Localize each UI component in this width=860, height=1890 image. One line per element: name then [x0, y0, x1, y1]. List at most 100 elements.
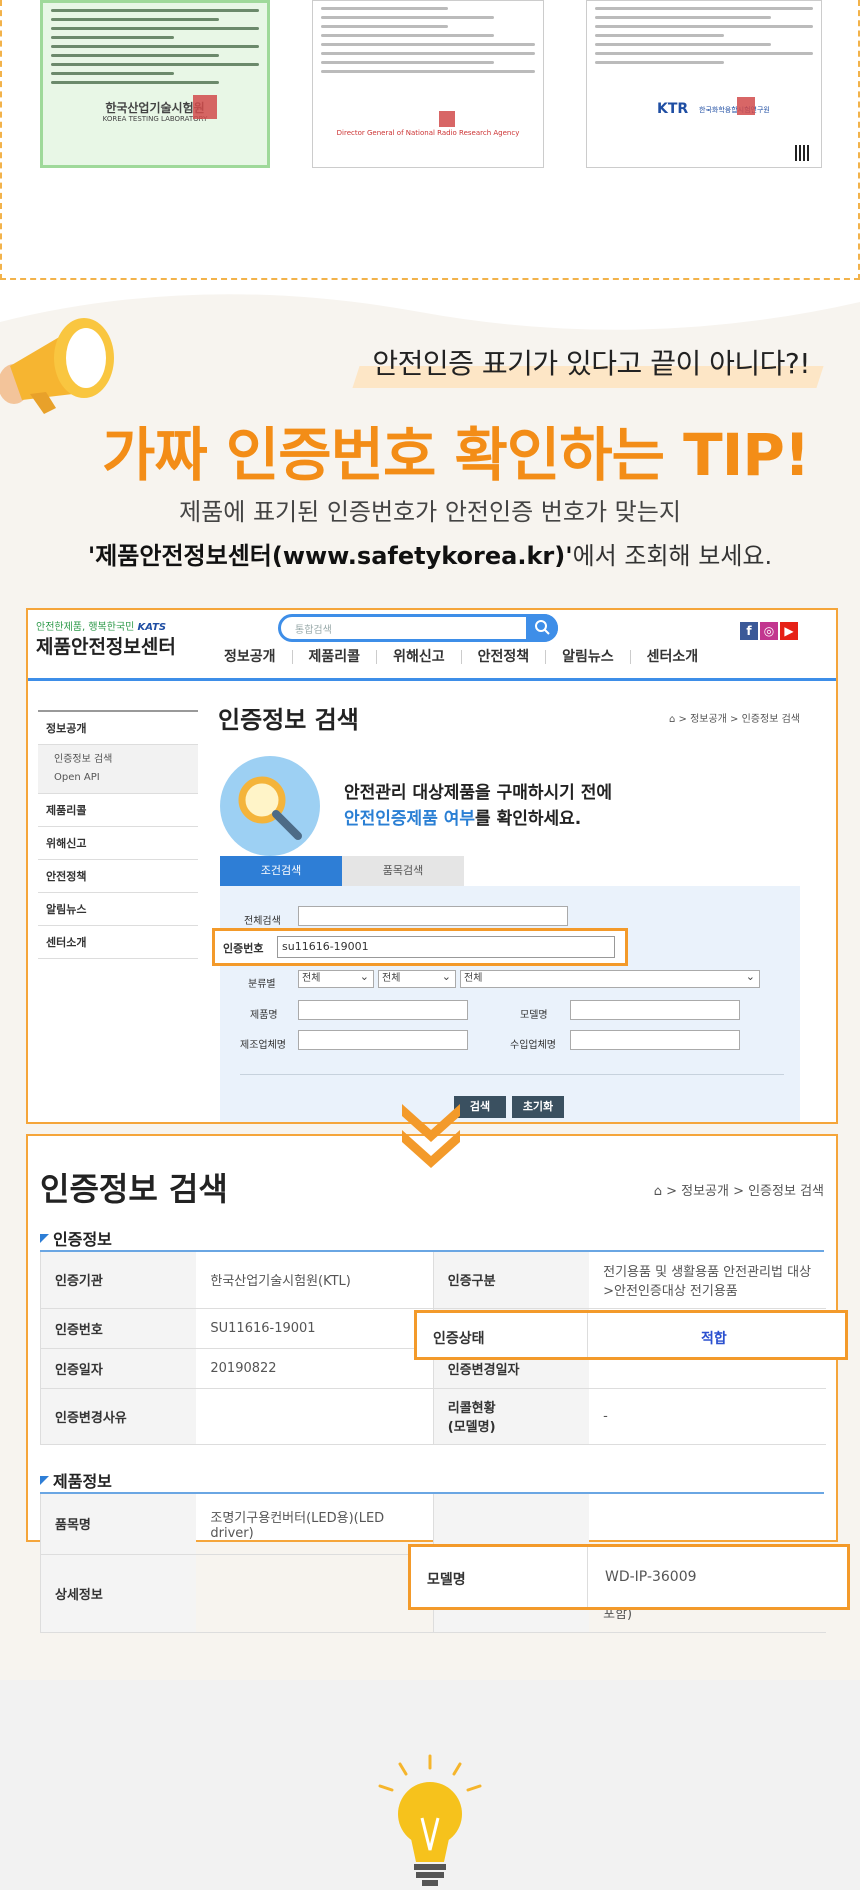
model-name-label: 모델명 — [520, 1010, 548, 1021]
intro-highlight: 안전인증제품 여부 — [344, 809, 476, 829]
detail-info-label: 상세정보 — [40, 1554, 197, 1633]
search-icon — [535, 620, 550, 635]
model-name-label: 모델명 — [427, 1572, 466, 1588]
product-name-input[interactable] — [298, 1000, 468, 1020]
magnifier-illustration — [220, 756, 320, 856]
safetykorea-search-screenshot: 안전한제품, 행복한국민 KATS 제품안전정보센터 통합검색 f ◎ ▶ 정보… — [26, 608, 838, 1124]
recall-status-value: - — [589, 1388, 826, 1445]
seal-icon — [737, 97, 755, 115]
gnb-item[interactable]: 제품리콜 — [293, 650, 378, 664]
gnb-item[interactable]: 안전정책 — [462, 650, 547, 664]
light-bulb-icon — [378, 1754, 482, 1886]
model-name-highlight: 모델명 WD-IP-36009 — [408, 1544, 850, 1610]
cert-type-value: 전기용품 및 생활용품 안전관리법 대상>안전인증대상 전기용품 — [589, 1252, 826, 1309]
cert-number-highlight: 인증번호 su11616-19001 — [212, 928, 628, 966]
intro-text-line2: 안전인증제품 여부를 확인하세요. — [344, 804, 581, 829]
category-select-1[interactable]: 전체 — [298, 969, 374, 988]
table-row: 인증변경사유 리콜현황 (모델명) - — [40, 1388, 826, 1445]
gnb-item[interactable]: 정보공개 — [208, 650, 293, 664]
result-breadcrumb-text: > 정보공개 > 인증정보 검색 — [666, 1184, 824, 1199]
tip-description-line1: 제품에 표기된 인증번호가 안전인증 번호가 맞는지 — [179, 498, 681, 526]
sidebar-subitem-open-api[interactable]: Open API — [54, 769, 198, 787]
gnb-item[interactable]: 알림뉴스 — [546, 650, 631, 664]
cert-number-input[interactable]: su11616-19001 — [277, 936, 615, 958]
double-chevron-down-icon — [402, 1104, 460, 1168]
magnifier-icon — [238, 776, 302, 840]
tip-headline: 가짜 인증번호 확인하는 TIP! — [102, 421, 810, 489]
manufacturer-input[interactable] — [298, 1030, 468, 1050]
sidebar-item-news[interactable]: 알림뉴스 — [38, 893, 198, 926]
all-search-input[interactable] — [298, 906, 568, 926]
seal-icon — [193, 95, 217, 119]
safetykorea-site-reference: '제품안전정보센터(www.safetykorea.kr)' — [87, 542, 573, 570]
page-title: 인증정보 검색 — [218, 706, 359, 734]
category-select-2[interactable]: 전체 — [378, 969, 456, 988]
tip-description-line2-rest: 에서 조회해 보세요. — [572, 542, 773, 570]
sidebar-item-report[interactable]: 위해신고 — [38, 827, 198, 860]
cert-agency-value: 한국산업기술시험원(KTL) — [196, 1252, 434, 1309]
tip-description-line2: '제품안전정보센터(www.safetykorea.kr)'에서 조회해 보세요… — [0, 536, 860, 571]
importer-input[interactable] — [570, 1030, 740, 1050]
cert-info-heading: 인증정보 — [40, 1226, 112, 1250]
radio-certificate-image: Director General of National Radio Resea… — [312, 0, 544, 168]
item-name-value: 조명기구용컨버터(LED용)(LED driver) — [196, 1494, 434, 1555]
importer-label: 수입업체명 — [510, 1040, 556, 1051]
sidebar-item-info[interactable]: 정보공개 — [38, 710, 198, 745]
ktr-org-name: 한국화학융합시험연구원 — [699, 106, 770, 114]
site-slogan: 안전한제품, 행복한국민 KATS — [36, 618, 166, 633]
ktl-certificate-org-english: KOREA TESTING LABORATORY — [102, 115, 208, 123]
qr-code-icon — [795, 145, 811, 161]
site-logo-name[interactable]: 제품안전정보센터 — [36, 632, 176, 659]
result-breadcrumb: ⌂ > 정보공개 > 인증정보 검색 — [653, 1184, 824, 1199]
tip-section: 안전인증 표기가 있다고 끝이 아니다?! 가짜 인증번호 확인하는 TIP! … — [0, 282, 860, 1680]
social-links: f ◎ ▶ — [740, 622, 798, 640]
sidebar-item-center[interactable]: 센터소개 — [38, 926, 198, 959]
side-menu: 정보공개 인증정보 검색 Open API 제품리콜 위해신고 안전정책 알림뉴… — [38, 710, 198, 959]
youtube-icon[interactable]: ▶ — [780, 622, 798, 640]
model-name-input[interactable] — [570, 1000, 740, 1020]
breadcrumb-text: > 정보공개 > 인증정보 검색 — [678, 714, 800, 725]
breadcrumb: ⌂ > 정보공개 > 인증정보 검색 — [668, 714, 800, 725]
all-search-label: 전체검색 — [244, 916, 281, 927]
ktr-logo: KTR — [657, 101, 689, 117]
recall-status-label: 리콜현황 (모델명) — [432, 1388, 590, 1445]
product-name-label: 제품명 — [250, 1010, 278, 1021]
cert-status-divider — [587, 1313, 588, 1357]
detail-info-value — [196, 1554, 434, 1633]
search-button[interactable] — [526, 614, 558, 642]
global-nav: 정보공개 제품리콜 위해신고 안전정책 알림뉴스 센터소개 — [208, 650, 714, 664]
category-select-3[interactable]: 전체 — [460, 969, 760, 988]
model-name-value: WD-IP-36009 — [605, 1569, 697, 1585]
search-form: 전체검색 분류별 전체 전체 전체 제품명 모델명 제조업체명 수입업체명 검색… — [220, 886, 800, 1122]
product-info-heading: 제품정보 — [40, 1468, 112, 1492]
cert-date-value: 20190822 — [196, 1348, 434, 1389]
search-input[interactable]: 통합검색 — [295, 621, 332, 636]
cert-change-reason-label: 인증변경사유 — [40, 1388, 197, 1445]
sidebar-item-policy[interactable]: 안전정책 — [38, 860, 198, 893]
cert-change-reason-value — [196, 1388, 434, 1445]
integrated-search-box[interactable]: 통합검색 — [278, 614, 558, 642]
gnb-item[interactable]: 위해신고 — [377, 650, 462, 664]
intro-rest: 를 확인하세요. — [475, 809, 582, 829]
nav-divider — [28, 678, 836, 681]
category-label: 분류별 — [248, 979, 276, 990]
sidebar-item-recall[interactable]: 제품리콜 — [38, 794, 198, 827]
cert-result-screenshot: 인증정보 검색 ⌂ > 정보공개 > 인증정보 검색 인증정보 인증기관 한국산… — [26, 1134, 850, 1633]
cert-number-value: SU11616-19001 — [196, 1308, 434, 1349]
facebook-icon[interactable]: f — [740, 622, 758, 640]
tip-subtitle: 안전인증 표기가 있다고 끝이 아니다?! — [372, 347, 810, 380]
sidebar-submenu: 인증정보 검색 Open API — [38, 745, 198, 794]
cert-status-highlight: 인증상태 적합 — [414, 1310, 848, 1360]
ktr-certificate-image: KTR 한국화학융합시험연구원 — [586, 0, 822, 168]
instagram-icon[interactable]: ◎ — [760, 622, 778, 640]
gnb-item[interactable]: 센터소개 — [631, 650, 715, 664]
cert-status-value: 적합 — [701, 1331, 727, 1347]
reset-button[interactable]: 초기화 — [512, 1096, 564, 1118]
radio-certificate-agency: Director General of National Radio Resea… — [336, 129, 520, 137]
cert-type-label: 인증구분 — [432, 1252, 590, 1309]
sidebar-subitem-cert-search[interactable]: 인증정보 검색 — [54, 751, 198, 769]
tab-item-search[interactable]: 품목검색 — [342, 856, 464, 886]
result-page-title: 인증정보 검색 — [40, 1170, 228, 1208]
table-row: 인증기관 한국산업기술시험원(KTL) 인증구분 전기용품 및 생활용품 안전관… — [40, 1252, 826, 1309]
tab-condition-search[interactable]: 조건검색 — [220, 856, 342, 886]
